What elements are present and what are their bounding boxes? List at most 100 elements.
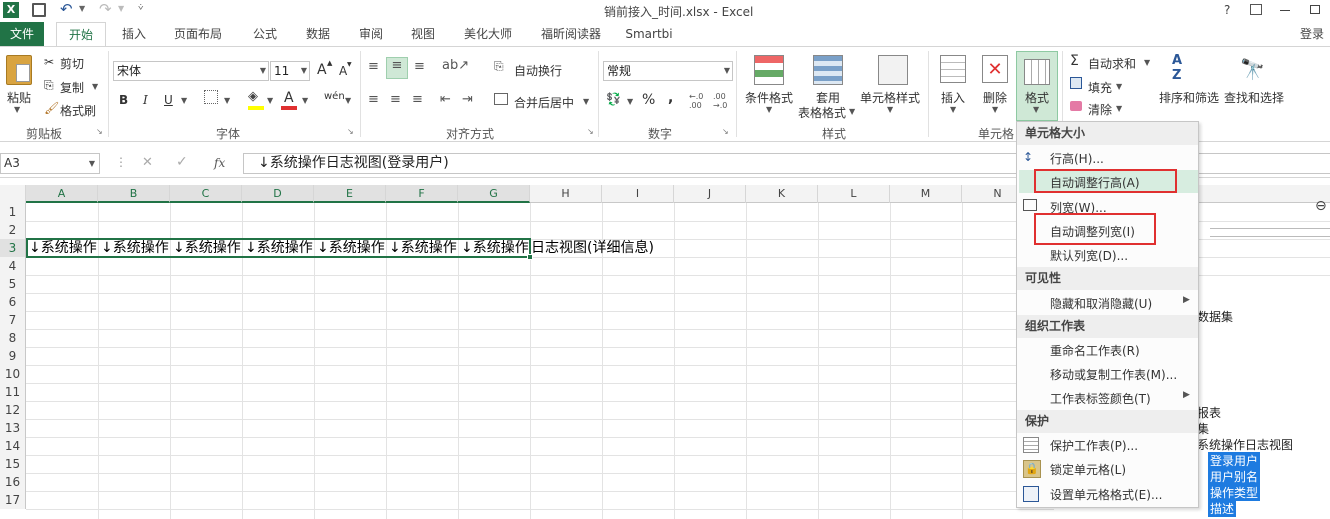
row-header-7[interactable]: 7 — [0, 311, 26, 329]
customize-qat-icon[interactable]: ⩒ — [138, 3, 143, 13]
orientation-icon[interactable]: ab↗ — [442, 58, 469, 73]
align-right-icon[interactable]: ≡ — [412, 92, 423, 107]
column-header-d[interactable]: D — [242, 185, 314, 203]
ribbon-display-icon[interactable] — [1250, 4, 1262, 15]
delete-dropdown-icon[interactable]: ▼ — [992, 105, 998, 114]
menu-tab-color[interactable]: 工作表标签颜色(T) — [1050, 390, 1151, 407]
number-format-combo[interactable]: 常规 ▼ — [603, 61, 733, 81]
tab-view[interactable]: 视图 — [403, 22, 443, 46]
font-launcher-icon[interactable]: ↘ — [347, 127, 354, 136]
font-name-combo[interactable]: 宋体 ▼ — [113, 61, 269, 81]
sort-filter-button[interactable]: 排序和筛选 — [1159, 89, 1219, 106]
format-painter-button[interactable]: 格式刷 — [60, 102, 96, 119]
phonetic-button[interactable]: wén — [324, 91, 345, 102]
copy-dropdown-icon[interactable]: ▼ — [92, 82, 98, 91]
row-header-8[interactable]: 8 — [0, 329, 26, 347]
column-header-g[interactable]: G — [458, 185, 530, 203]
format-dropdown-icon[interactable]: ▼ — [1033, 105, 1039, 114]
menu-default-width[interactable]: 默认列宽(D)... — [1050, 247, 1128, 264]
fill-dropdown-icon[interactable]: ▼ — [267, 96, 273, 105]
tab-review[interactable]: 审阅 — [351, 22, 391, 46]
undo-dropdown-icon[interactable]: ▼ — [79, 4, 85, 13]
find-select-button[interactable]: 查找和选择 — [1224, 89, 1284, 106]
row-header-3[interactable]: 3 — [0, 239, 26, 257]
row-header-1[interactable]: 1 — [0, 203, 26, 221]
currency-dropdown-icon[interactable]: ▼ — [627, 97, 633, 106]
menu-protect-sheet[interactable]: 保护工作表(P)... — [1050, 437, 1138, 454]
row-header-16[interactable]: 16 — [0, 473, 26, 491]
fill-handle[interactable] — [527, 254, 533, 260]
menu-move-copy-sheet[interactable]: 移动或复制工作表(M)... — [1050, 366, 1177, 383]
row-header-15[interactable]: 15 — [0, 455, 26, 473]
decrease-decimal-icon[interactable]: .00 →.0 — [713, 92, 727, 110]
cell-style-dropdown-icon[interactable]: ▼ — [887, 105, 893, 114]
save-icon[interactable] — [32, 3, 46, 17]
redo-icon[interactable]: ↷ — [99, 0, 112, 18]
fill-button[interactable]: 填充 — [1088, 79, 1112, 96]
merge-center-button[interactable]: 合并后居中 — [514, 94, 574, 111]
font-color-icon[interactable]: A — [284, 90, 294, 106]
menu-lock-cell[interactable]: 锁定单元格(L) — [1050, 461, 1126, 478]
conditional-dropdown-icon[interactable]: ▼ — [766, 105, 772, 114]
name-box[interactable]: A3 ▼ — [0, 153, 100, 174]
clear-dropdown-icon[interactable]: ▼ — [1116, 104, 1122, 113]
side-panel-view[interactable]: 系统操作日志视图 — [1197, 436, 1293, 453]
insert-dropdown-icon[interactable]: ▼ — [950, 105, 956, 114]
comma-button[interactable]: , — [668, 90, 673, 106]
name-box-dropdown-icon[interactable]: ▼ — [89, 154, 95, 173]
autosum-button[interactable]: 自动求和 — [1088, 55, 1136, 72]
bold-button[interactable]: B — [119, 93, 128, 107]
align-center-icon[interactable]: ≡ — [390, 92, 401, 107]
clipboard-launcher-icon[interactable]: ↘ — [96, 127, 103, 136]
underline-dropdown-icon[interactable]: ▼ — [181, 96, 187, 105]
phonetic-dropdown-icon[interactable]: ▼ — [345, 96, 351, 105]
align-middle-icon[interactable]: ≡ — [386, 57, 408, 79]
login-link[interactable]: 登录 — [1295, 22, 1329, 46]
row-header-13[interactable]: 13 — [0, 419, 26, 437]
autosum-dropdown-icon[interactable]: ▼ — [1144, 58, 1150, 67]
cut-button[interactable]: 剪切 — [60, 55, 84, 72]
menu-hide-unhide[interactable]: 隐藏和取消隐藏(U) — [1050, 295, 1152, 312]
tab-beautify[interactable]: 美化大师 — [458, 22, 518, 46]
font-size-combo[interactable]: 11 ▼ — [270, 61, 310, 81]
column-header-m[interactable]: M — [890, 185, 962, 203]
column-header-b[interactable]: B — [98, 185, 170, 203]
paste-icon[interactable] — [6, 55, 32, 85]
copy-button[interactable]: 复制 — [60, 79, 84, 96]
underline-button[interactable]: U — [164, 93, 173, 107]
row-header-9[interactable]: 9 — [0, 347, 26, 365]
column-header-k[interactable]: K — [746, 185, 818, 203]
column-header-c[interactable]: C — [170, 185, 242, 203]
font-color-dropdown-icon[interactable]: ▼ — [302, 96, 308, 105]
field-description[interactable]: 描述 — [1208, 500, 1237, 517]
align-bottom-icon[interactable]: ≡ — [414, 59, 425, 74]
row-header-12[interactable]: 12 — [0, 401, 26, 419]
table-format-dropdown-icon[interactable]: ▼ — [849, 107, 855, 116]
restore-button[interactable] — [1310, 5, 1320, 14]
tab-file[interactable]: 文件 — [0, 22, 44, 46]
row-header-11[interactable]: 11 — [0, 383, 26, 401]
table-format-line2[interactable]: 表格格式 — [798, 104, 846, 121]
align-left-icon[interactable]: ≡ — [368, 92, 379, 107]
currency-icon[interactable]: 💱 — [606, 92, 621, 106]
undo-icon[interactable]: ↶ — [60, 0, 73, 18]
conditional-format-button[interactable]: 条件格式 — [745, 89, 793, 106]
delete-cells-button[interactable]: 删除 — [983, 89, 1007, 106]
column-header-l[interactable]: L — [818, 185, 890, 203]
row-header-17[interactable]: 17 — [0, 491, 26, 509]
menu-format-cells[interactable]: 设置单元格格式(E)... — [1050, 486, 1162, 503]
insert-cells-button[interactable]: 插入 — [941, 89, 965, 106]
formula-bar-options-icon[interactable]: ⋮ — [115, 155, 127, 169]
border-dropdown-icon[interactable]: ▼ — [224, 96, 230, 105]
paste-button[interactable]: 粘贴 — [7, 89, 31, 106]
tab-formulas[interactable]: 公式 — [245, 22, 285, 46]
panel-collapse-icon[interactable]: ⊖ — [1315, 198, 1327, 214]
alignment-launcher-icon[interactable]: ↘ — [587, 127, 594, 136]
select-all-corner[interactable] — [0, 185, 26, 203]
help-button[interactable]: ? — [1224, 3, 1230, 17]
tab-data[interactable]: 数据 — [298, 22, 338, 46]
wrap-text-button[interactable]: 自动换行 — [514, 62, 562, 79]
row-header-5[interactable]: 5 — [0, 275, 26, 293]
field-login-user[interactable]: 登录用户 — [1208, 452, 1261, 469]
menu-row-height[interactable]: 行高(H)... — [1050, 150, 1104, 167]
